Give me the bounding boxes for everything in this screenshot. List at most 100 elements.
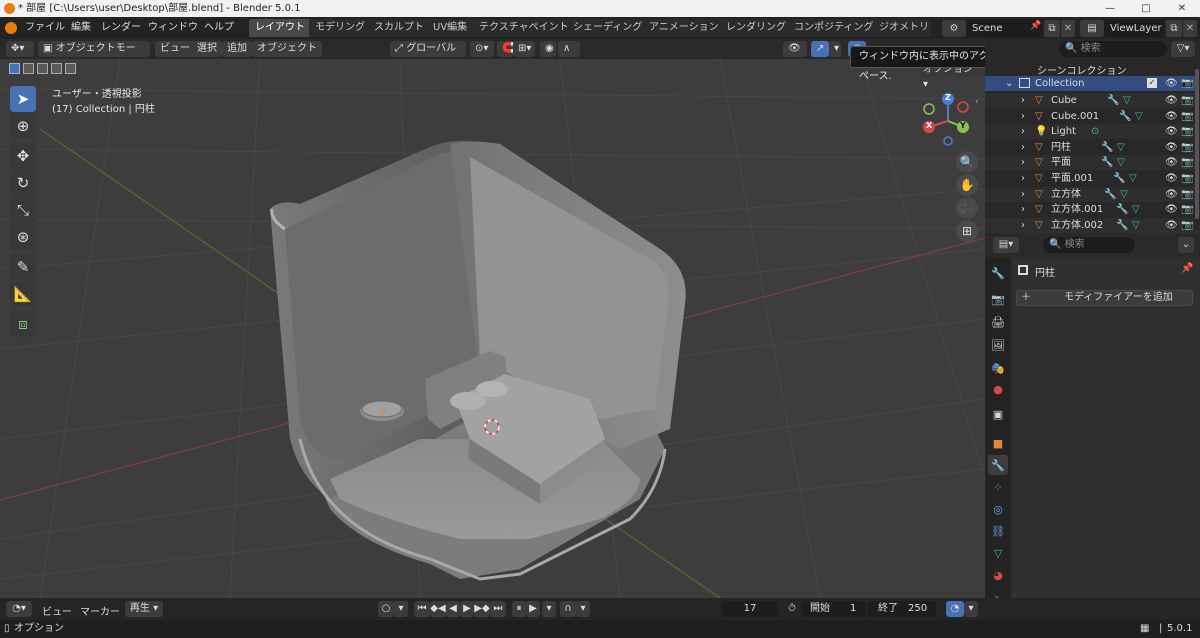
menu-file[interactable]: ファイル <box>22 20 68 36</box>
outliner-filter-icon[interactable]: ▽▾ <box>1171 41 1195 57</box>
minimize-button[interactable]: — <box>1092 0 1128 17</box>
end-frame-field[interactable]: 終了 250 <box>868 601 936 617</box>
modifier-icon[interactable]: 🔧 <box>1101 140 1113 155</box>
render-camera-icon[interactable]: 📷 <box>1181 140 1193 155</box>
delete-scene-icon[interactable]: ✕ <box>1061 20 1075 37</box>
select-mode-new-icon[interactable] <box>9 63 20 74</box>
render-camera-icon[interactable]: 📷 <box>1181 155 1193 170</box>
transform-tool-icon[interactable]: ⊛ <box>10 224 36 250</box>
viewport-menu-view[interactable]: ビュー <box>155 41 195 57</box>
move-tool-icon[interactable]: ✥ <box>10 143 36 169</box>
expand-chevron-icon[interactable]: › <box>1021 109 1025 124</box>
visibility-dropdown[interactable]: 👁▾ <box>783 41 807 70</box>
tab-texture-paint[interactable]: テクスチャペイント <box>473 19 575 37</box>
viewport-menu-select[interactable]: 選択 <box>192 41 222 57</box>
outliner-item-row[interactable]: › ▽ 平面 🔧 ▽ 👁 📷 <box>985 155 1195 171</box>
scene-icon[interactable]: ⚙ <box>942 20 966 37</box>
auto-keying-toggle[interactable]: ○ <box>378 601 394 617</box>
view-layer-field[interactable]: ViewLayer <box>1104 20 1164 37</box>
visibility-eye-icon[interactable]: 👁 <box>1165 93 1178 108</box>
timeline-view-toggle[interactable]: ◔ <box>946 601 964 617</box>
jump-next-keyframe-button[interactable]: ▶◆ <box>474 601 490 617</box>
outliner-item-row[interactable]: › ▽ Cube 🔧 ▽ 👁 📷 <box>985 93 1195 108</box>
outliner-scrollbar[interactable] <box>1195 69 1199 219</box>
jump-start-button[interactable]: ⏮ <box>414 601 430 617</box>
zoom-icon[interactable]: 🔍 <box>956 151 978 173</box>
mesh-data-icon[interactable]: ▽ <box>1132 202 1140 217</box>
play-reverse-button[interactable]: ◀ <box>446 601 460 617</box>
modifier-icon[interactable]: 🔧 <box>1104 187 1116 202</box>
expand-chevron-icon[interactable]: › <box>1021 124 1025 139</box>
expand-chevron-icon[interactable]: › <box>1021 171 1025 186</box>
visibility-eye-icon[interactable]: 👁 <box>1165 218 1178 231</box>
expand-chevron-icon[interactable]: › <box>1021 155 1025 170</box>
menu-edit[interactable]: 編集 <box>68 20 94 36</box>
tool-tab-icon[interactable]: 🔧 <box>988 263 1008 283</box>
light-data-icon[interactable]: ⊙ <box>1091 124 1099 139</box>
tab-layout[interactable]: レイアウト <box>249 19 311 37</box>
stopwatch-icon[interactable]: ⏱ <box>784 601 800 617</box>
viewport-menu-add[interactable]: 追加 <box>222 41 252 57</box>
expand-chevron-icon[interactable]: › <box>1021 202 1025 217</box>
tab-geometry[interactable]: ジオメトリ <box>873 19 931 37</box>
select-mode-extend-icon[interactable] <box>23 63 34 74</box>
expand-chevron-icon[interactable]: › <box>1021 218 1025 231</box>
pivot-point-dropdown[interactable]: ⊙▾ <box>470 41 494 57</box>
collection-tab-icon[interactable]: ▣ <box>988 404 1008 424</box>
visibility-eye-icon[interactable]: 👁 <box>1165 124 1178 139</box>
visibility-eye-icon[interactable]: 👁 <box>1165 155 1178 170</box>
camera-view-icon[interactable]: 🎥 <box>956 197 978 219</box>
pan-hand-icon[interactable]: ✋ <box>956 174 978 196</box>
current-frame-field[interactable]: 17 <box>722 601 778 617</box>
render-camera-icon[interactable]: 📷 <box>1181 93 1193 108</box>
rotate-tool-icon[interactable]: ↻ <box>10 170 36 196</box>
measure-tool-icon[interactable]: 📐 <box>10 281 36 307</box>
outliner-item-row[interactable]: › ▽ 円柱 🔧 ▽ 👁 📷 <box>985 139 1195 155</box>
tab-animation[interactable]: アニメーション <box>643 19 725 37</box>
proportional-timeline-toggle[interactable]: ∩ <box>560 601 576 617</box>
3d-viewport[interactable]: ➤ ⊕ ✥ ↻ ⤡ ⊛ ✎ 📐 ⧈ ユーザー・透視投影 (17) Collect… <box>0 59 985 598</box>
render-camera-icon[interactable]: 📷 <box>1181 124 1193 139</box>
new-scene-icon[interactable]: ⧉ <box>1044 20 1060 37</box>
play-button[interactable]: ▶ <box>460 601 474 617</box>
outliner-search-field[interactable]: 🔍 検索 <box>1059 41 1167 57</box>
cursor-tool-icon[interactable]: ⊕ <box>10 113 36 139</box>
physics-tab-icon[interactable]: ◎ <box>988 499 1008 519</box>
visibility-eye-icon[interactable]: 👁 <box>1165 171 1178 186</box>
render-tab-icon[interactable]: 📷 <box>988 289 1008 309</box>
tab-uv-editing[interactable]: UV編集 <box>427 19 474 37</box>
prev-frame-button[interactable]: ⏸ <box>512 601 526 617</box>
add-cube-tool-icon[interactable]: ⧈ <box>10 311 36 337</box>
expand-chevron-icon[interactable]: › <box>1021 93 1025 108</box>
modifier-icon[interactable]: 🔧 <box>1107 93 1119 108</box>
object-mode-dropdown[interactable]: ▣ オブジェクトモード ▾ <box>38 41 150 70</box>
transform-orientation-dropdown[interactable]: ⤢ グローバル ▾ <box>390 41 466 70</box>
data-tab-icon[interactable]: ▽ <box>988 543 1008 563</box>
scale-tool-icon[interactable]: ⤡ <box>10 197 36 223</box>
select-tool-icon[interactable]: ➤ <box>10 86 36 112</box>
mesh-data-icon[interactable]: ▽ <box>1117 155 1125 170</box>
delete-view-layer-icon[interactable]: ✕ <box>1183 20 1197 37</box>
outliner-item-row[interactable]: › ▽ 立方体.001 🔧 ▽ 👁 📷 <box>985 202 1195 218</box>
outliner-item-row[interactable]: › 💡 Light ⊙ 👁 📷 <box>985 124 1195 140</box>
visibility-eye-icon[interactable]: 👁 <box>1165 187 1178 202</box>
modifier-icon[interactable]: 🔧 <box>1113 171 1125 186</box>
modifier-icon[interactable]: 🔧 <box>1116 218 1128 231</box>
menu-render[interactable]: レンダー <box>98 20 144 36</box>
timeline-menu-view[interactable]: ビュー <box>42 603 72 618</box>
mesh-data-icon[interactable]: ▽ <box>1123 93 1131 108</box>
view-layer-tab-icon[interactable]: 🖼 <box>988 335 1008 355</box>
gizmo-dropdown[interactable]: ▾ <box>829 41 841 57</box>
tab-rendering[interactable]: レンダリング <box>720 19 792 37</box>
maximize-button[interactable]: □ <box>1128 0 1164 17</box>
mesh-data-icon[interactable]: ▽ <box>1135 109 1143 124</box>
outliner-item-row[interactable]: › ▽ Cube.001 🔧 ▽ 👁 📷 <box>985 108 1195 124</box>
snap-toggle[interactable]: 🧲 <box>497 41 514 57</box>
tab-compositing[interactable]: コンポジティング <box>788 19 880 37</box>
particles-tab-icon[interactable]: ⁘ <box>988 477 1008 497</box>
playback-dropdown[interactable]: 再生 ▾ <box>125 601 163 617</box>
modifier-icon[interactable]: 🔧 <box>1119 109 1131 124</box>
render-camera-icon[interactable]: 📷 <box>1181 218 1193 231</box>
mesh-data-icon[interactable]: ▽ <box>1117 140 1125 155</box>
next-frame-button[interactable]: ▶ <box>526 601 540 617</box>
